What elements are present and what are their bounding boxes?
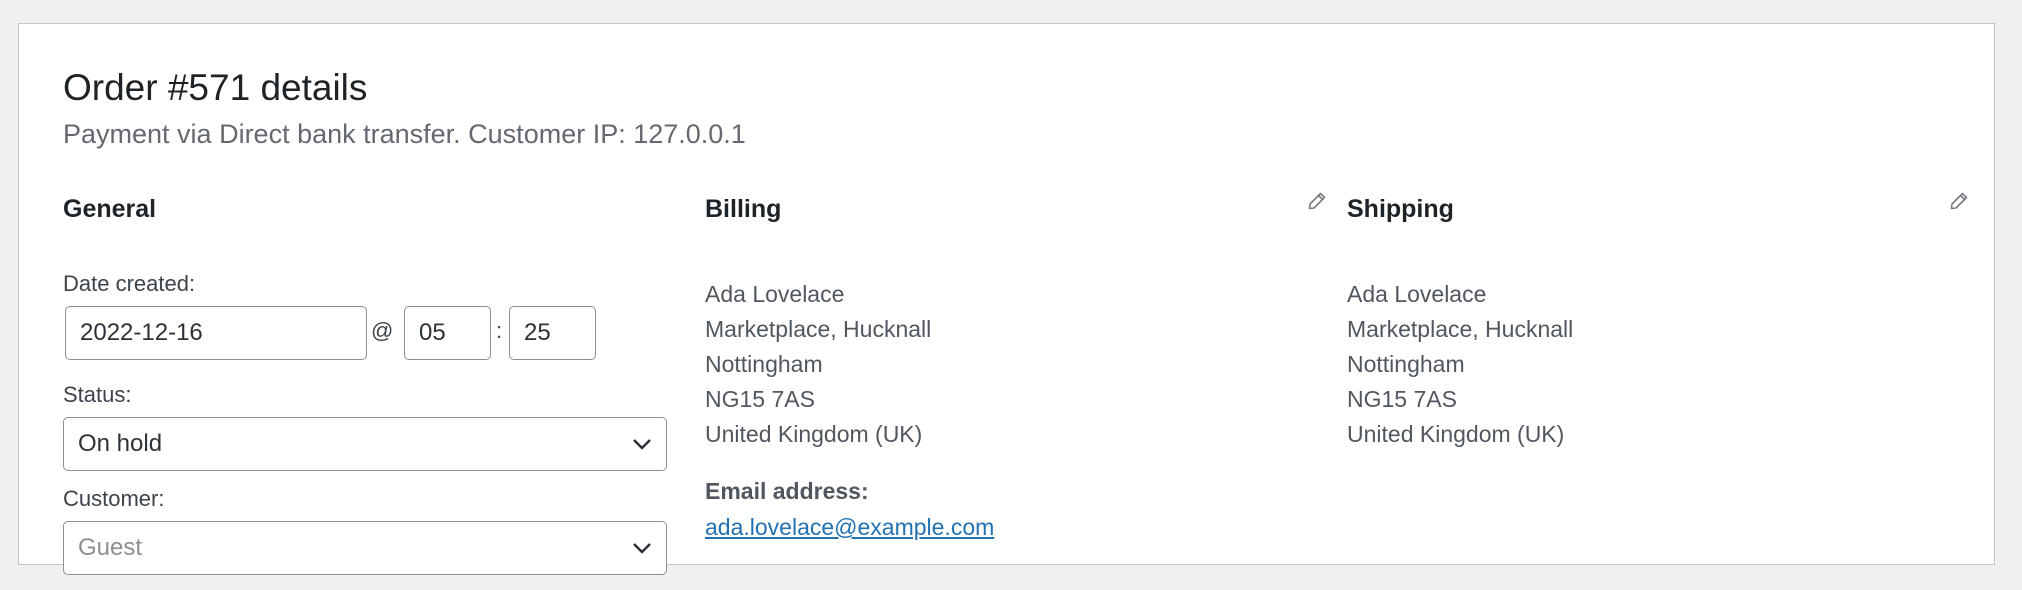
shipping-address: Ada Lovelace Marketplace, Hucknall Notti… bbox=[1347, 277, 1573, 452]
pencil-icon bbox=[1308, 192, 1326, 210]
status-value: On hold bbox=[78, 430, 163, 457]
customer-select[interactable]: Guest bbox=[63, 521, 667, 575]
billing-section: Billing Ada Lovelace Marketplace, Huckna… bbox=[705, 192, 1330, 540]
chevron-down-icon bbox=[633, 543, 651, 554]
shipping-country: United Kingdom (UK) bbox=[1347, 421, 1565, 447]
customer-label: Customer: bbox=[63, 486, 165, 511]
billing-postcode: NG15 7AS bbox=[705, 386, 815, 412]
email-address-label: Email address: bbox=[705, 478, 869, 504]
shipping-city: Nottingham bbox=[1347, 351, 1465, 377]
chevron-down-icon bbox=[633, 439, 651, 450]
billing-street: Marketplace, Hucknall bbox=[705, 316, 932, 342]
billing-country: United Kingdom (UK) bbox=[705, 421, 923, 447]
hour-input[interactable]: 05 bbox=[404, 306, 491, 360]
shipping-street: Marketplace, Hucknall bbox=[1347, 316, 1574, 342]
time-separator: : bbox=[496, 318, 503, 343]
order-details-panel: Order #571 details Payment via Direct ba… bbox=[18, 23, 1995, 575]
billing-heading: Billing bbox=[705, 195, 782, 223]
status-select[interactable]: On hold bbox=[63, 417, 667, 471]
minute-input[interactable]: 25 bbox=[509, 306, 596, 360]
general-section: General Date created: 2022-12-16 @ 05 : … bbox=[63, 194, 667, 575]
edit-shipping-button[interactable] bbox=[1946, 188, 1972, 214]
shipping-section: Shipping Ada Lovelace Marketplace, Huckn… bbox=[1347, 192, 1972, 447]
page-title: Order #571 details bbox=[63, 67, 368, 108]
customer-value: Guest bbox=[78, 534, 143, 561]
shipping-name: Ada Lovelace bbox=[1347, 281, 1487, 307]
edit-billing-button[interactable] bbox=[1304, 188, 1330, 214]
billing-name: Ada Lovelace bbox=[705, 281, 845, 307]
order-subtitle: Payment via Direct bank transfer. Custom… bbox=[63, 119, 746, 149]
pencil-icon bbox=[1950, 192, 1968, 210]
at-separator: @ bbox=[371, 318, 394, 343]
billing-city: Nottingham bbox=[705, 351, 823, 377]
general-heading: General bbox=[63, 195, 157, 223]
billing-email-link[interactable]: ada.lovelace@example.com bbox=[705, 514, 994, 541]
status-label: Status: bbox=[63, 382, 132, 407]
billing-address: Ada Lovelace Marketplace, Hucknall Notti… bbox=[705, 277, 931, 452]
date-created-label: Date created: bbox=[63, 271, 196, 296]
shipping-heading: Shipping bbox=[1347, 195, 1454, 223]
date-created-input[interactable]: 2022-12-16 bbox=[65, 306, 367, 360]
shipping-postcode: NG15 7AS bbox=[1347, 386, 1457, 412]
